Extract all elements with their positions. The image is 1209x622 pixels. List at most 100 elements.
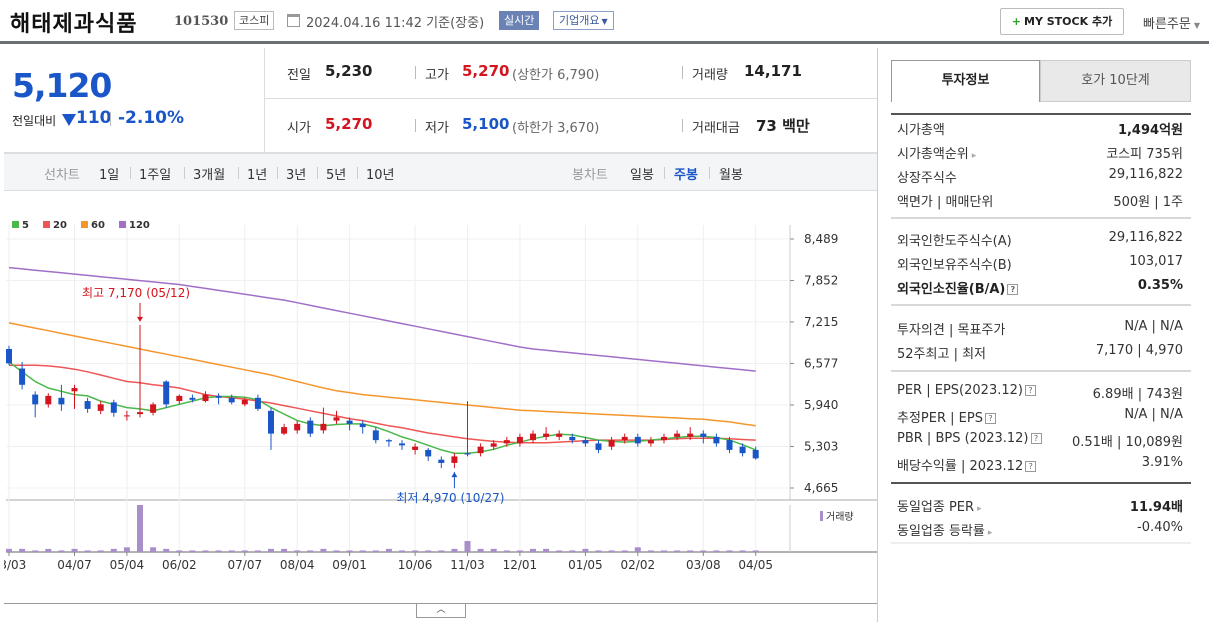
- separator: [277, 167, 278, 179]
- candle-body: [713, 436, 720, 444]
- candle-daily[interactable]: 일봉: [630, 164, 654, 183]
- candle-body: [464, 453, 471, 455]
- candle-body: [137, 412, 143, 415]
- candle-body: [294, 423, 301, 431]
- x-tick-label: 11/03: [450, 558, 485, 572]
- tab-investment-info[interactable]: 투자정보: [891, 60, 1040, 102]
- candle-body: [582, 440, 589, 444]
- peer-per-label[interactable]: 동일업종 PER ▸: [897, 496, 982, 515]
- volume-bar: [137, 505, 143, 552]
- candle-body: [451, 456, 458, 463]
- period-3y[interactable]: 3년: [286, 164, 306, 183]
- volume-bar: [228, 550, 235, 552]
- ma20-line: [9, 364, 756, 444]
- separator: [709, 167, 710, 179]
- help-icon[interactable]: ?: [1007, 284, 1019, 295]
- realtime-button[interactable]: 실시간: [499, 11, 540, 30]
- est-per-value: N/A: [1124, 407, 1148, 422]
- quick-order-button[interactable]: 빠른주문 ▼: [1143, 13, 1200, 32]
- market-cap-rank-label[interactable]: 시가총액순위 ▸: [897, 143, 976, 162]
- info-row: 외국인보유주식수(B) 103,017: [891, 250, 1191, 274]
- x-tick-label: 10/06: [398, 558, 433, 572]
- est-per-eps-value: N/A | N/A: [1124, 407, 1183, 422]
- help-icon[interactable]: ?: [1030, 433, 1042, 444]
- volume-bar: [123, 547, 130, 552]
- est-per-label: 추정PER: [897, 411, 947, 426]
- market-badge: 코스피: [234, 11, 275, 30]
- period-3m[interactable]: 3개월: [193, 164, 225, 183]
- company-info-label: 기업개요: [559, 14, 600, 27]
- candle-body: [150, 404, 157, 413]
- change-value: 110: [76, 108, 112, 128]
- volume-bar: [58, 550, 65, 552]
- opinion-value: N/A: [1124, 319, 1148, 334]
- period-1y[interactable]: 1년: [247, 164, 267, 183]
- per-eps-label: PER | EPS(2023.12)?: [897, 383, 1036, 398]
- per-eps-value: 6.89배 | 743원: [1092, 387, 1183, 402]
- separator: [682, 66, 683, 79]
- company-info-dropdown[interactable]: 기업개요 ▼: [553, 11, 614, 30]
- help-icon[interactable]: ?: [984, 413, 996, 424]
- unit-value: 1주: [1162, 195, 1183, 210]
- volume-bar: [490, 548, 497, 552]
- period-5y[interactable]: 5년: [326, 164, 346, 183]
- volume-bar: [595, 550, 602, 552]
- candle-monthly[interactable]: 월봉: [719, 164, 743, 183]
- candle-body: [110, 402, 117, 413]
- legend-label: 20: [53, 220, 67, 231]
- period-1d[interactable]: 1일: [99, 164, 119, 183]
- volume-bar: [84, 550, 91, 552]
- peer-rate-value: -0.40%: [1137, 520, 1183, 535]
- y-tick-label: 5,940: [804, 398, 838, 412]
- legend-swatch: [12, 221, 19, 228]
- est-eps-label: EPS: [958, 411, 983, 426]
- open-label: 시가: [287, 121, 311, 136]
- help-icon[interactable]: ?: [1025, 461, 1037, 472]
- volume-bar: [412, 550, 419, 552]
- volume-bar: [569, 550, 576, 552]
- candle-weekly[interactable]: 주봉: [674, 164, 698, 183]
- amount-label: 거래대금: [692, 121, 740, 136]
- par-label: 액면가: [897, 195, 933, 210]
- volume-bar: [281, 548, 288, 552]
- help-icon[interactable]: ?: [1024, 385, 1036, 396]
- candle-body: [569, 436, 576, 441]
- info-row: 시가총액 1,494억원: [891, 115, 1191, 139]
- volume-bar: [556, 550, 563, 552]
- volume-bar: [189, 550, 196, 552]
- x-tick-label: 09/01: [332, 558, 367, 572]
- volume-bar: [726, 550, 733, 552]
- chart-collapse-button[interactable]: ︿: [416, 604, 466, 618]
- per-value: 6.89배: [1092, 387, 1134, 402]
- candle-body: [399, 443, 405, 446]
- candle-body: [163, 381, 170, 405]
- volume-bar: [254, 550, 261, 552]
- mystock-add-button[interactable]: + MY STOCK 추가: [1000, 8, 1124, 35]
- target-value: N/A: [1160, 319, 1183, 334]
- legend-swatch: [119, 221, 126, 228]
- volume-bar: [19, 548, 26, 552]
- tab-orderbook-10[interactable]: 호가 10단계: [1040, 60, 1191, 102]
- candlestick-chart[interactable]: 03/03 04/07 05/04 06/02 07/07 08/04 09/01 10/06…: [4, 205, 877, 600]
- volume-bar: [425, 550, 432, 552]
- volume-bar: [71, 548, 78, 552]
- volume-bar: [241, 550, 248, 552]
- candle-body: [372, 430, 379, 441]
- datetime-value: 2024.04.16 11:42: [306, 16, 423, 31]
- lower-limit: (하한가 3,670): [512, 121, 600, 136]
- peer-rate-label[interactable]: 동일업종 등락률 ▸: [897, 520, 992, 539]
- par-value: 500원: [1113, 195, 1151, 210]
- datetime-text: 2024.04.16 11:42 기준(장중): [306, 12, 484, 31]
- par-unit-value: 500원 | 1주: [1113, 195, 1183, 210]
- candle-body: [503, 440, 510, 444]
- company-name: 해태제과식품: [10, 11, 138, 37]
- investment-info-panel: 투자정보 호가 10단계 시가총액 1,494억원 시가총액순위 ▸ 코스피 735위…: [891, 60, 1191, 560]
- pbr-value: 0.51배: [1071, 435, 1113, 450]
- volume-bar: [150, 547, 157, 552]
- candle-body: [438, 459, 445, 463]
- period-10y[interactable]: 10년: [366, 164, 395, 183]
- period-1w[interactable]: 1주일: [139, 164, 171, 183]
- bps-label: BPS (2023.12): [935, 431, 1029, 446]
- target-label: 목표주가: [957, 323, 1006, 338]
- candle-body: [254, 397, 261, 409]
